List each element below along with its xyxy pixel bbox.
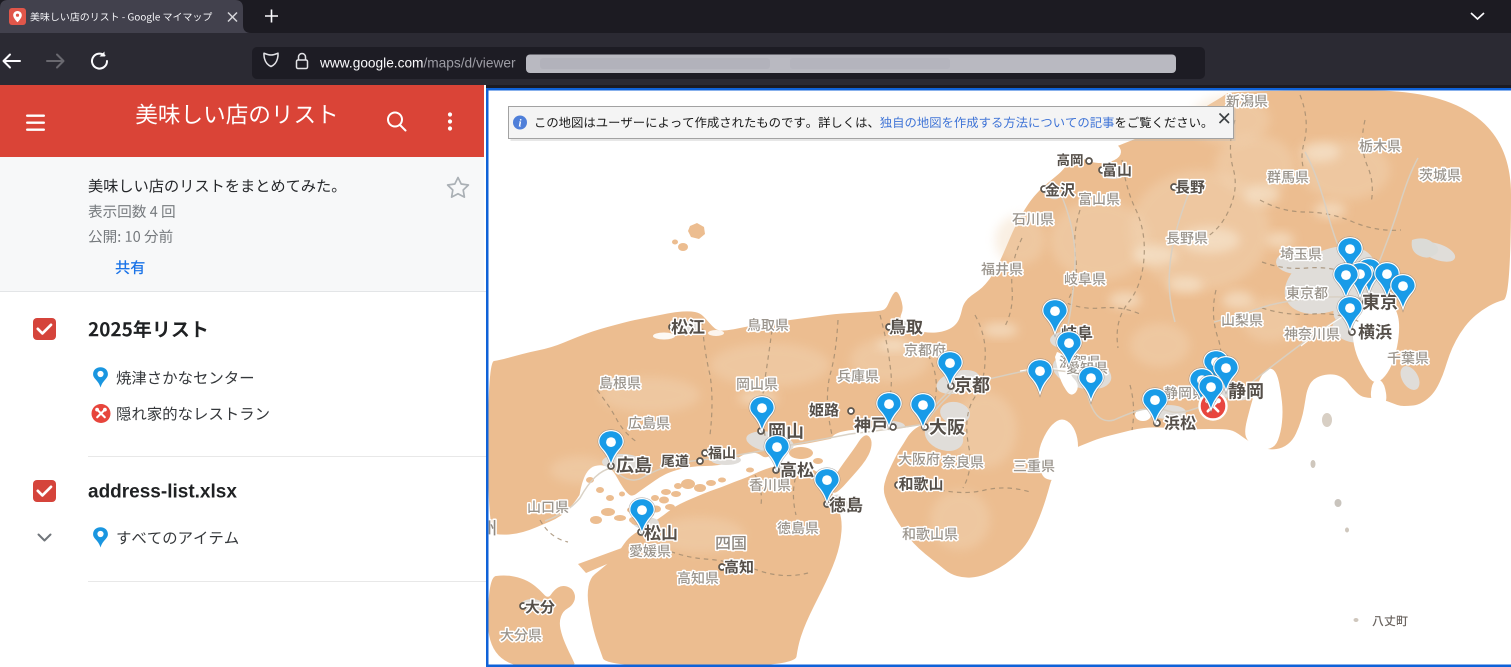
svg-text:www.google.com/maps/d/viewer: www.google.com/maps/d/viewer: [319, 56, 516, 71]
svg-text:address-list.xlsx: address-list.xlsx: [88, 482, 237, 503]
